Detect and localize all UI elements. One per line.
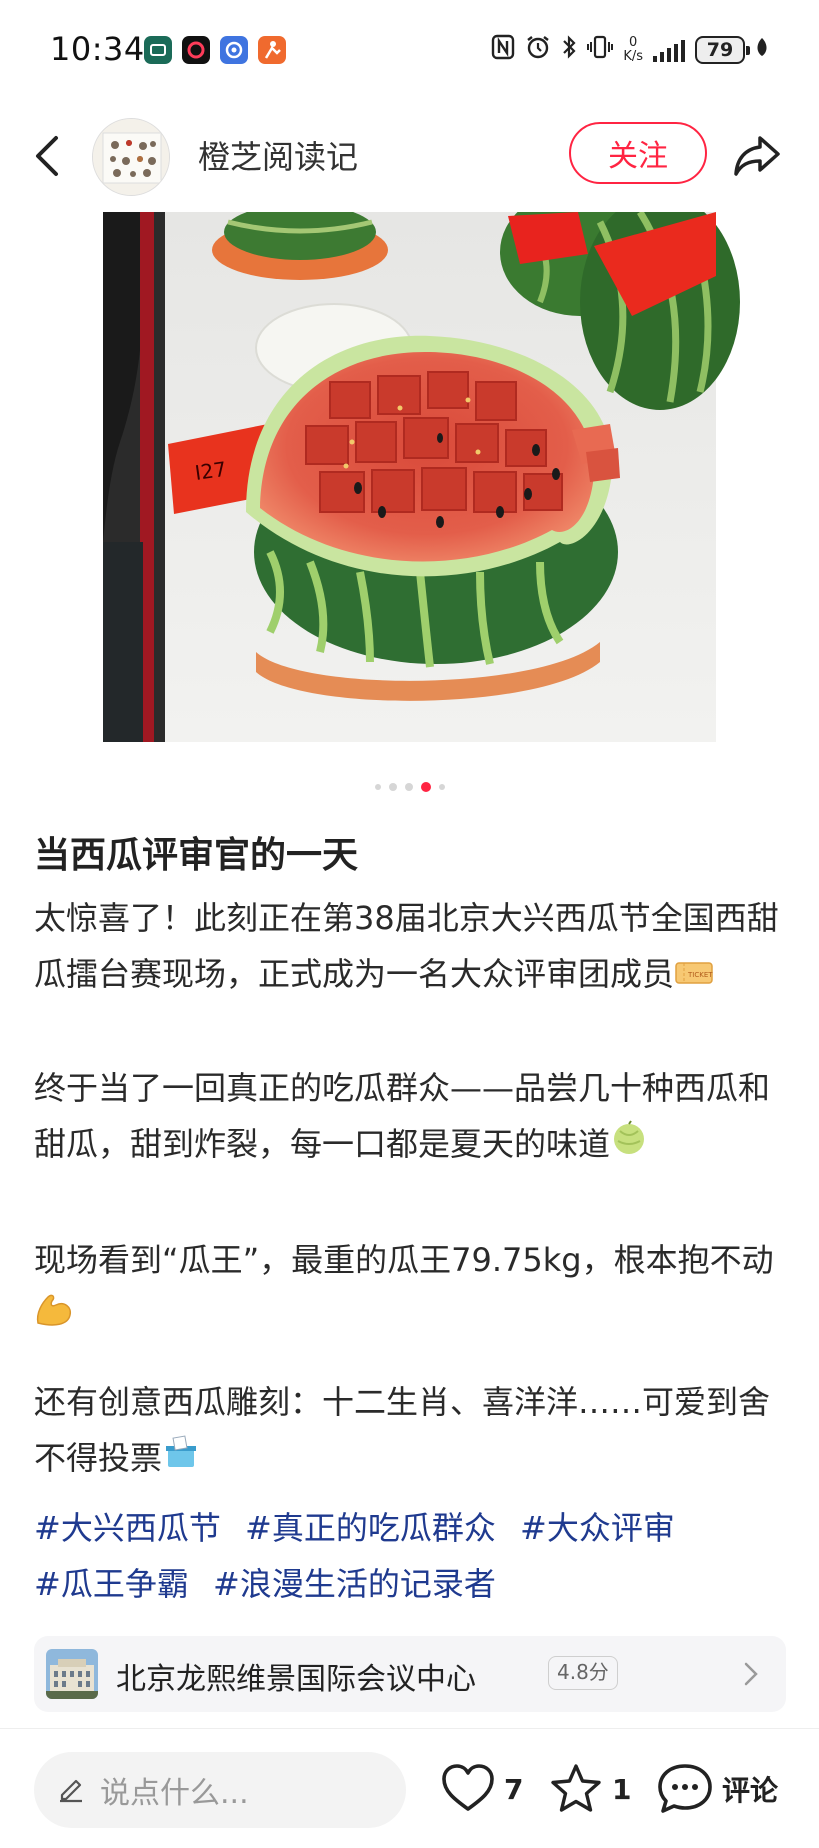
comment-label: 评论 (722, 1774, 779, 1807)
svg-text:TICKET: TICKET (687, 971, 713, 979)
hashtag[interactable]: #浪漫生活的记录者 (213, 1565, 496, 1603)
comment-placeholder: 说点什么... (100, 1776, 249, 1811)
battery-level: 79 (706, 39, 734, 61)
watermelon-photo: Ⅰ27 (103, 188, 740, 742)
post-paragraph: 终于当了一回真正的吃瓜群众——品尝几十种西瓜和甜瓜，甜到炸裂，每一口都是夏天的味… (34, 1060, 786, 1174)
carousel-dot (438, 784, 445, 790)
carousel-indicator (0, 782, 819, 792)
hashtag[interactable]: #瓜王争霸 (34, 1565, 189, 1603)
star-icon (551, 1764, 601, 1812)
hashtag-list: #大兴西瓜节 #真正的吃瓜群众 #大众评审 #瓜王争霸 #浪漫生活的记录者 (34, 1500, 794, 1612)
back-button[interactable] (28, 130, 68, 182)
collect-button[interactable]: 1 (548, 1758, 631, 1820)
hashtag[interactable]: #大众评审 (520, 1509, 675, 1547)
share-button[interactable] (730, 128, 784, 182)
vibrate-icon (587, 34, 614, 66)
bluetooth-icon (561, 34, 577, 66)
author-name[interactable]: 橙芝阅读记 (198, 132, 358, 178)
battery-icon: 79 (695, 36, 750, 64)
heart-icon (442, 1764, 494, 1811)
net-speed: 0 K/s (623, 35, 643, 64)
location-thumbnail (46, 1649, 98, 1699)
comment-input[interactable]: 说点什么... (34, 1752, 406, 1828)
status-indicators: 0 K/s 79 (491, 34, 769, 66)
post-paragraph: 还有创意西瓜雕刻：十二生肖、喜洋洋……可爱到舍不得投票 (34, 1374, 786, 1488)
ballot-box-emoji (162, 1432, 200, 1488)
app-black-icon (182, 36, 210, 64)
chevron-right-icon (744, 1662, 758, 1686)
carousel-dot (374, 784, 381, 790)
hashtag[interactable]: #大兴西瓜节 (34, 1509, 221, 1547)
post-title: 当西瓜评审官的一天 (34, 835, 359, 876)
carousel-dot (388, 783, 397, 791)
location-rating: 4.8分 (548, 1656, 618, 1690)
svg-text:Ⅰ27: Ⅰ27 (193, 457, 227, 485)
author-avatar[interactable] (92, 118, 170, 196)
alarm-icon (525, 34, 551, 66)
leaf-icon (755, 36, 769, 64)
flexed-biceps-emoji (34, 1290, 74, 1346)
location-card[interactable]: 北京龙熙维景国际会议中心 4.8分 (34, 1636, 786, 1712)
like-count: 7 (504, 1772, 524, 1806)
share-icon (734, 136, 780, 176)
collect-count: 1 (612, 1772, 632, 1806)
comment-button[interactable]: 评论 (656, 1758, 778, 1820)
chevron-left-icon (36, 136, 58, 176)
pencil-icon (56, 1773, 86, 1807)
app-blue-icon (220, 36, 248, 64)
app-green-icon (144, 36, 172, 64)
carousel-dot (404, 783, 413, 791)
ticket-emoji: TICKET (674, 948, 714, 1004)
signal-icon (653, 38, 685, 62)
bottom-divider (0, 1728, 819, 1729)
status-time: 10:34 (50, 30, 145, 68)
app-orange-icon (258, 36, 286, 64)
post-paragraph: 太惊喜了！此刻正在第38届北京大兴西瓜节全国西甜瓜擂台赛现场，正式成为一名大众评… (34, 890, 786, 1004)
post-image[interactable]: Ⅰ27 (0, 188, 819, 742)
hashtag[interactable]: #真正的吃瓜群众 (245, 1509, 496, 1547)
post-header: 橙芝阅读记 关注 (0, 106, 819, 206)
like-button[interactable]: 7 (440, 1758, 523, 1820)
location-name: 北京龙熙维景国际会议中心 (116, 1662, 476, 1697)
follow-button[interactable]: 关注 (569, 122, 707, 184)
post-paragraph: 现场看到“瓜王”，最重的瓜王79.75kg，根本抱不动 (34, 1232, 786, 1346)
carousel-dot-active (420, 782, 431, 792)
nfc-icon (491, 34, 515, 66)
chat-bubble-icon (658, 1764, 712, 1813)
status-bar: 10:34 0 K/s 79 (0, 0, 819, 100)
melon-emoji (610, 1118, 648, 1174)
